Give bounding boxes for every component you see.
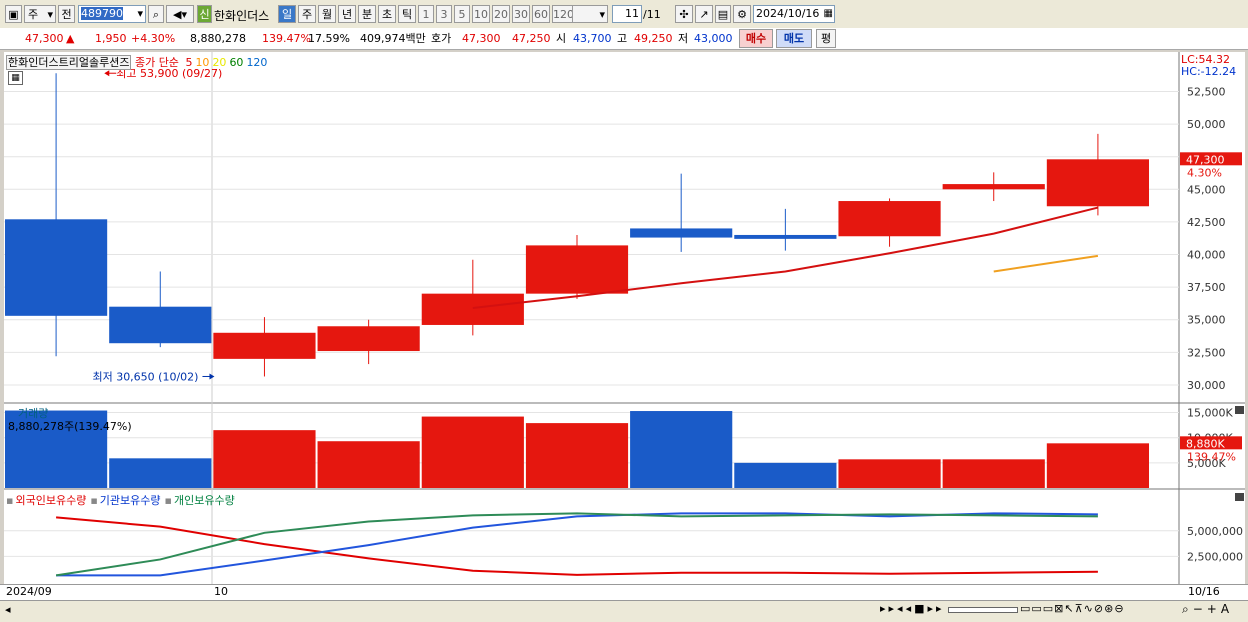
candle-body [213,332,316,359]
price-tick-label: 42,500 [1187,216,1226,229]
candle-body [734,234,837,239]
volume-bar [213,430,316,488]
hc-label: HC:-12.24 [1181,65,1237,78]
candle-body [5,219,108,316]
candle-body [942,184,1045,190]
holdings-legend-2[interactable]: 개인보유수량 [174,494,235,507]
scroll-left-icon[interactable]: ◂ [5,603,11,616]
table-icon[interactable]: ▦ [8,71,23,85]
ma-period-2[interactable]: 20 [212,56,226,69]
volume-bar [317,441,420,488]
volume-bar [942,459,1045,488]
current-volume-pct: 139.47% [1187,450,1236,463]
price-tick-label: 45,000 [1187,183,1226,196]
candle-body [630,228,733,238]
current-price-label: 47,300 [1186,153,1225,166]
close-panel-icon[interactable] [1235,406,1244,414]
volume-bar [734,462,837,488]
high-arrow-head [104,70,110,77]
holdings-tick-label: 2,500,000 [1187,550,1243,563]
low-note: 최저 30,650 (10/02) [92,370,198,383]
stock-title[interactable]: 한화인더스트리얼솔루션즈 [6,55,132,70]
holdings-tick-label: 5,000,000 [1187,525,1243,538]
volume-bar [1046,443,1149,488]
price-tick-label: 40,000 [1187,249,1226,262]
chart-svg: 30,000 32,500 35,000 37,500 40,000 42,500 45,0… [4,52,1245,584]
ma-period-4[interactable]: 120 [246,56,267,69]
candle-body [525,245,629,294]
volume-bar [630,411,733,488]
holdings-legend: ▪ 외국인보유수량 ▪ 기관보유수량 ▪ 개인보유수량 [6,492,235,508]
ma-period-1[interactable]: 10 [195,56,209,69]
price-tick-label: 35,000 [1187,314,1226,327]
holdings-legend-1[interactable]: 기관보유수량 [100,494,161,507]
ma-period-0[interactable]: 5 [185,56,192,69]
x-axis-end: 10/16 [1188,585,1220,598]
price-tick-label: 30,000 [1187,379,1226,392]
candle-body [1046,159,1149,207]
ma-period-3[interactable]: 60 [229,56,243,69]
candle-body [838,201,941,237]
price-tick-label: 37,500 [1187,281,1226,294]
volume-bar [838,459,941,488]
candles [5,73,1149,377]
volume-tick-label: 15,000K [1187,407,1233,420]
close-panel-icon[interactable] [1235,493,1244,501]
x-axis-mid: 10 [214,585,228,598]
price-tick-label: 50,000 [1187,118,1226,131]
ma10-line [993,254,1099,273]
price-legend: 한화인더스트리얼솔루션즈 종가 단순 5 10 20 60 120 [6,54,267,70]
volume-bar [421,416,524,488]
holdings-legend-0[interactable]: 외국인보유수량 [15,494,86,507]
candle-body [109,306,212,344]
playback-controls[interactable]: ▸▸◂◂■▸▸ [880,602,945,615]
y-tick-labels: 30,000 32,500 35,000 37,500 40,000 42,500 45,0… [1180,85,1243,563]
legend-marker: ▪ [90,494,98,507]
price-tick-label: 32,500 [1187,346,1226,359]
drawing-tools[interactable]: ▭▭▭⊠↖⊼∿⊘⊛⊖ [1020,602,1125,615]
volume-bar [109,458,212,488]
legend-marker: ▪ [164,494,172,507]
ma-label[interactable]: 종가 단순 [135,56,179,69]
zoom-controls[interactable]: ⌕−+A [1182,602,1233,617]
x-axis [0,584,1248,600]
price-tick-label: 52,500 [1187,85,1226,98]
x-axis-start: 2024/09 [6,585,52,598]
ma-periods: 5 10 20 60 120 [182,56,267,69]
candle-body [317,326,420,352]
legend-marker: ▪ [6,494,14,507]
candle-body [421,293,524,325]
volume-text: 8,880,278주(139.47%) [8,420,132,433]
current-volume-label: 8,880K [1186,437,1225,450]
zoom-slider[interactable] [948,607,1018,613]
volume-bar [525,423,629,488]
current-pct-label: 4.30% [1187,166,1222,179]
volume-bars [5,410,1149,488]
